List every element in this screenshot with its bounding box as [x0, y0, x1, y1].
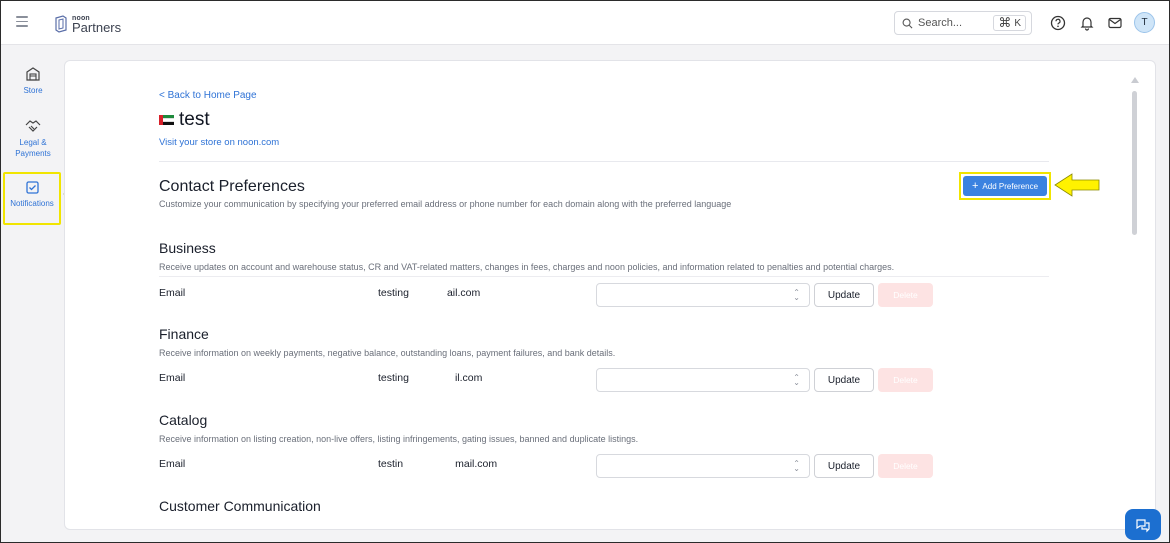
search-input[interactable]	[918, 17, 988, 29]
sidebar-item-store[interactable]: Store	[5, 66, 61, 96]
scroll-up-icon[interactable]	[1131, 77, 1139, 83]
visit-store-link[interactable]: Visit your store on noon.com	[159, 137, 279, 148]
plus-icon: +	[971, 180, 979, 192]
contact-value-end: mail.com	[455, 458, 498, 470]
sidebar-item-label: Store	[23, 86, 43, 95]
search-icon	[902, 18, 913, 28]
contact-value-start: testin	[378, 458, 404, 470]
preference-row: Email testing il.com ⌃ ⌄ Update Delete	[159, 362, 1052, 392]
domain-catalog: Catalog Receive information on listing c…	[159, 412, 1052, 478]
chat-button[interactable]	[1125, 509, 1161, 540]
sidebar-item-notifications[interactable]: Notifications	[3, 172, 61, 225]
contact-type: Email	[159, 458, 186, 470]
contact-type: Email	[159, 372, 186, 384]
store-title: test	[159, 109, 210, 131]
domain-finance: Finance Receive information on weekly pa…	[159, 326, 1052, 392]
command-key: ⌘	[998, 15, 1012, 30]
store-name: test	[179, 109, 210, 130]
domain-business: Business Receive updates on account and …	[159, 240, 1052, 307]
update-button[interactable]: Update	[814, 283, 874, 307]
sidebar-item-label: Legal & Payments	[15, 138, 51, 158]
add-preference-label: Add Preference	[982, 181, 1039, 191]
domain-title: Business	[159, 240, 216, 256]
contact-type: Email	[159, 287, 186, 299]
delete-button[interactable]: Delete	[878, 368, 933, 392]
language-select[interactable]: ⌃ ⌄	[596, 454, 810, 478]
domain-description: Receive information on weekly payments, …	[159, 348, 616, 358]
domain-title: Customer Communication	[159, 498, 321, 514]
contact-value: testing ail.com	[378, 287, 481, 300]
contact-value-end: il.com	[454, 372, 483, 384]
brand-name: Partners	[72, 19, 122, 35]
app-window: noon Partners ⌘ K	[0, 0, 1170, 543]
preference-row: Email testin mail.com ⌃ ⌄ Update Delete	[159, 448, 1052, 478]
annotation-arrow-icon	[1054, 173, 1100, 197]
contact-value-start: testing	[378, 287, 409, 299]
sidebar: Store Legal & Payments Notifications	[1, 46, 63, 542]
noon-logo-icon	[55, 15, 67, 33]
chat-icon	[1136, 518, 1150, 532]
add-preference-button[interactable]: + Add Preference	[963, 176, 1047, 196]
search-box[interactable]: ⌘ K	[894, 11, 1032, 35]
contact-value: testing il.com	[378, 372, 483, 385]
handshake-icon	[25, 120, 41, 132]
update-button[interactable]: Update	[814, 368, 874, 392]
contact-value: testin mail.com	[378, 458, 498, 471]
select-arrows-icon: ⌃ ⌄	[793, 288, 800, 302]
add-preference-highlight: + Add Preference	[959, 172, 1051, 200]
divider	[159, 161, 1049, 162]
search-shortcut: ⌘ K	[993, 15, 1026, 31]
language-select[interactable]: ⌃ ⌄	[596, 283, 810, 307]
section-subtitle: Customize your communication by specifyi…	[159, 199, 732, 209]
delete-button[interactable]: Delete	[878, 283, 933, 307]
bell-icon[interactable]	[1078, 14, 1096, 32]
mail-icon[interactable]	[1106, 14, 1124, 32]
domain-description: Receive updates on account and warehouse…	[159, 262, 895, 272]
update-button[interactable]: Update	[814, 454, 874, 478]
select-arrows-icon: ⌃ ⌄	[793, 459, 800, 473]
scrollbar[interactable]	[1129, 75, 1139, 523]
sidebar-item-legal-payments[interactable]: Legal & Payments	[5, 118, 61, 159]
sidebar-item-label: Notifications	[10, 199, 54, 208]
main-card: < Back to Home Page test Visit your stor…	[64, 60, 1156, 530]
brand-logo[interactable]: noon Partners	[54, 11, 121, 37]
section-title: Contact Preferences	[159, 178, 305, 195]
select-arrows-icon: ⌃ ⌄	[793, 373, 800, 387]
language-select[interactable]: ⌃ ⌄	[596, 368, 810, 392]
menu-icon[interactable]	[16, 16, 28, 28]
domain-description: Receive information on listing creation,…	[159, 434, 639, 444]
domain-title: Finance	[159, 326, 209, 342]
domain-customer-communication: Customer Communication	[159, 498, 1052, 514]
domain-title: Catalog	[159, 412, 208, 428]
shortcut-key: K	[1014, 17, 1021, 29]
scroll-thumb[interactable]	[1132, 91, 1137, 235]
avatar[interactable]: T	[1134, 12, 1155, 33]
uae-flag-icon	[159, 115, 174, 126]
help-icon[interactable]	[1049, 14, 1067, 32]
contact-value-start: testing	[378, 372, 409, 384]
preference-row: Email testing ail.com ⌃ ⌄ Update Delete	[159, 277, 1052, 307]
top-bar: noon Partners ⌘ K	[1, 1, 1169, 45]
back-link[interactable]: < Back to Home Page	[159, 90, 257, 101]
store-icon	[26, 67, 40, 81]
checkbox-icon	[25, 181, 39, 194]
contact-value-end: ail.com	[446, 287, 481, 299]
delete-button[interactable]: Delete	[878, 454, 933, 478]
